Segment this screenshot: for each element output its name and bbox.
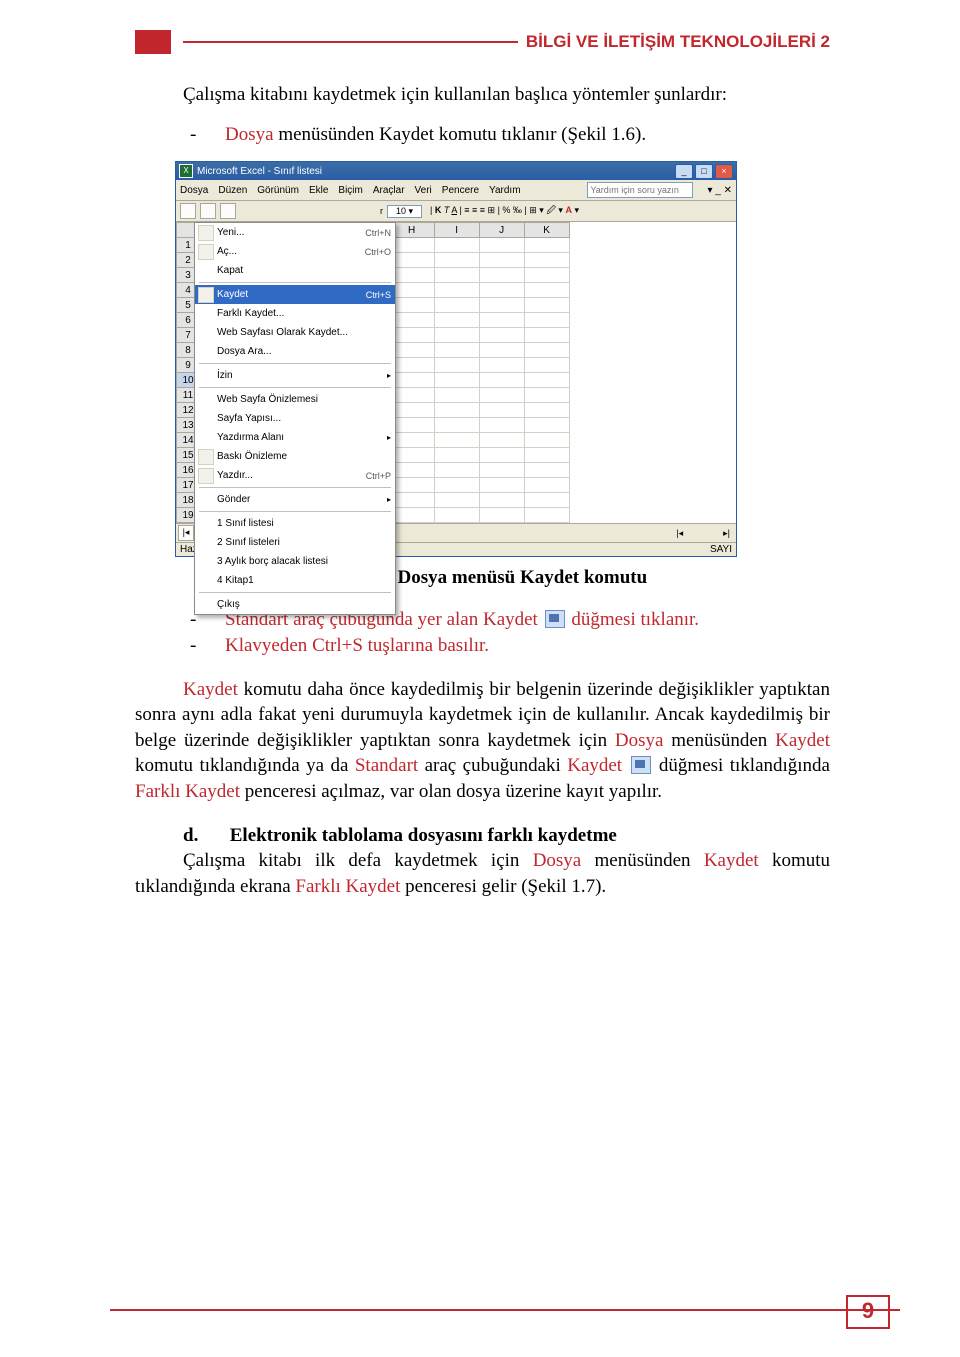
- menu-item[interactable]: 1 Sınıf listesi: [195, 514, 395, 533]
- menu-item[interactable]: Web Sayfası Olarak Kaydet...: [195, 323, 395, 342]
- menu-item[interactable]: Yazdırma Alanı▸: [195, 428, 395, 447]
- menu-gorunum[interactable]: Görünüm: [257, 185, 299, 196]
- t: menüsünden: [581, 850, 704, 871]
- menu-yardim[interactable]: Yardım: [489, 185, 521, 196]
- menu-item[interactable]: Yazdır...Ctrl+P: [195, 466, 395, 485]
- t: Farklı Kaydet: [135, 781, 240, 802]
- txt: düğmesi tıklanır.: [571, 609, 699, 630]
- menu-item[interactable]: KaydetCtrl+S: [195, 285, 395, 304]
- page-number-container: 9: [846, 1295, 890, 1329]
- minimize-button[interactable]: _: [675, 164, 693, 179]
- menu-item[interactable]: Yeni...Ctrl+N: [195, 223, 395, 242]
- t: araç çubuğundaki: [418, 755, 567, 776]
- menu-item[interactable]: Aç...Ctrl+O: [195, 242, 395, 261]
- figure-1-6: X Microsoft Excel - Sınıf listesi _ □ × …: [175, 161, 830, 557]
- section-d-heading: d. Elektronik tablolama dosyasını farklı…: [135, 823, 830, 849]
- excel-icon: X: [179, 164, 193, 178]
- open-icon[interactable]: [200, 203, 216, 219]
- menu-duzen[interactable]: Düzen: [218, 185, 247, 196]
- menu-veri[interactable]: Veri: [415, 185, 432, 196]
- menu-item[interactable]: Sayfa Yapısı...: [195, 409, 395, 428]
- t: penceresi gelir (Şekil 1.7).: [400, 876, 606, 897]
- txt: tuşlarına basılır.: [363, 635, 489, 656]
- t: Kaydet: [704, 850, 759, 871]
- workspace: DEFGHIJK1SoyadıCinsiyeti2GüzelKız3DemirK…: [176, 222, 736, 542]
- bullet-item-1: - Dosya menüsünden Kaydet komutu tıklanı…: [135, 122, 830, 148]
- txt: Kaydet: [483, 609, 538, 630]
- t: menüsünden: [663, 730, 775, 751]
- menu-item[interactable]: Gönder▸: [195, 490, 395, 509]
- t: penceresi açılmaz, var olan dosya üzerin…: [240, 781, 662, 802]
- menu-item[interactable]: Baskı Önizleme: [195, 447, 395, 466]
- menu-item[interactable]: İzin▸: [195, 366, 395, 385]
- header-rule: [183, 41, 518, 43]
- menu-araclar[interactable]: Araçlar: [373, 185, 405, 196]
- menu-ekle[interactable]: Ekle: [309, 185, 328, 196]
- menu-item[interactable]: Dosya Ara...: [195, 342, 395, 361]
- footer-rule: [110, 1309, 900, 1311]
- t: Standart: [355, 755, 418, 776]
- intro-paragraph: Çalışma kitabını kaydetmek için kullanıl…: [135, 82, 830, 108]
- window-title: Microsoft Excel - Sınıf listesi: [197, 166, 322, 177]
- status-right: SAYI: [710, 544, 732, 555]
- font-size-box[interactable]: 10 ▾: [387, 205, 422, 218]
- t: Farklı Kaydet: [295, 876, 400, 897]
- txt: Ctrl+S: [312, 635, 363, 656]
- section-letter: d.: [183, 823, 225, 849]
- close-button[interactable]: ×: [715, 164, 733, 179]
- help-input[interactable]: [587, 182, 693, 198]
- menu-bicim[interactable]: Biçim: [338, 185, 362, 196]
- menu-dosya[interactable]: Dosya: [180, 185, 208, 196]
- excel-window: X Microsoft Excel - Sınıf listesi _ □ × …: [175, 161, 737, 557]
- save-disk-icon: [545, 610, 565, 628]
- tab-first[interactable]: |◂: [178, 525, 194, 541]
- save-disk-icon: [631, 756, 651, 774]
- section-title: Elektronik tablolama dosyasını farklı ka…: [230, 825, 617, 846]
- paragraph-farkli-kaydet: Çalışma kitabı ilk defa kaydetmek için D…: [135, 848, 830, 899]
- t: düğmesi tıklandığında: [653, 755, 830, 776]
- header-title: BİLGİ VE İLETİŞİM TEKNOLOJİLERİ 2: [526, 32, 830, 52]
- menu-bar: Dosya Düzen Görünüm Ekle Biçim Araçlar V…: [176, 180, 736, 201]
- save-icon[interactable]: [220, 203, 236, 219]
- t: Çalışma kitabı ilk defa kaydetmek için: [183, 850, 533, 871]
- bullet-item-3: - Klavyeden Ctrl+S tuşlarına basılır.: [135, 633, 830, 659]
- menu-item[interactable]: Kapat: [195, 261, 395, 280]
- t: Kaydet: [567, 755, 622, 776]
- menu-item[interactable]: Çıkış: [195, 595, 395, 614]
- t: Dosya: [615, 730, 664, 751]
- t: Dosya: [533, 850, 582, 871]
- dash: -: [190, 122, 196, 148]
- bullet1-rest: menüsünden Kaydet komutu tıklanır (Şekil…: [274, 124, 647, 145]
- menu-item[interactable]: 4 Kitap1: [195, 571, 395, 590]
- help-search[interactable]: [587, 182, 693, 198]
- t: Kaydet: [183, 679, 238, 700]
- menu-item[interactable]: 3 Aylık borç alacak listesi: [195, 552, 395, 571]
- page-number: 9: [846, 1295, 890, 1329]
- menu-name: Dosya: [225, 124, 274, 145]
- dash: -: [190, 633, 196, 659]
- paragraph-kaydet-explanation: Kaydet komutu daha önce kaydedilmiş bir …: [135, 677, 830, 805]
- txt: Klavyeden: [225, 635, 312, 656]
- menu-item[interactable]: 2 Sınıf listeleri: [195, 533, 395, 552]
- menu-item[interactable]: Farklı Kaydet...: [195, 304, 395, 323]
- new-icon[interactable]: [180, 203, 196, 219]
- maximize-button[interactable]: □: [695, 164, 713, 179]
- menu-item[interactable]: Web Sayfa Önizlemesi: [195, 390, 395, 409]
- standard-toolbar: r 10 ▾ | K T A | ≡ ≡ ≡ ⊞ | % ‰ | ⊞ ▾ 🖉 ▾…: [176, 201, 736, 222]
- menu-pencere[interactable]: Pencere: [442, 185, 479, 196]
- dosya-dropdown: Yeni...Ctrl+NAç...Ctrl+OKapat KaydetCtrl+…: [194, 222, 396, 615]
- t: komutu tıklandığında ya da: [135, 755, 355, 776]
- window-title-bar: X Microsoft Excel - Sınıf listesi _ □ ×: [176, 162, 736, 180]
- header-accent-block: [135, 30, 171, 54]
- page-header: BİLGİ VE İLETİŞİM TEKNOLOJİLERİ 2: [135, 30, 830, 54]
- t: Kaydet: [775, 730, 830, 751]
